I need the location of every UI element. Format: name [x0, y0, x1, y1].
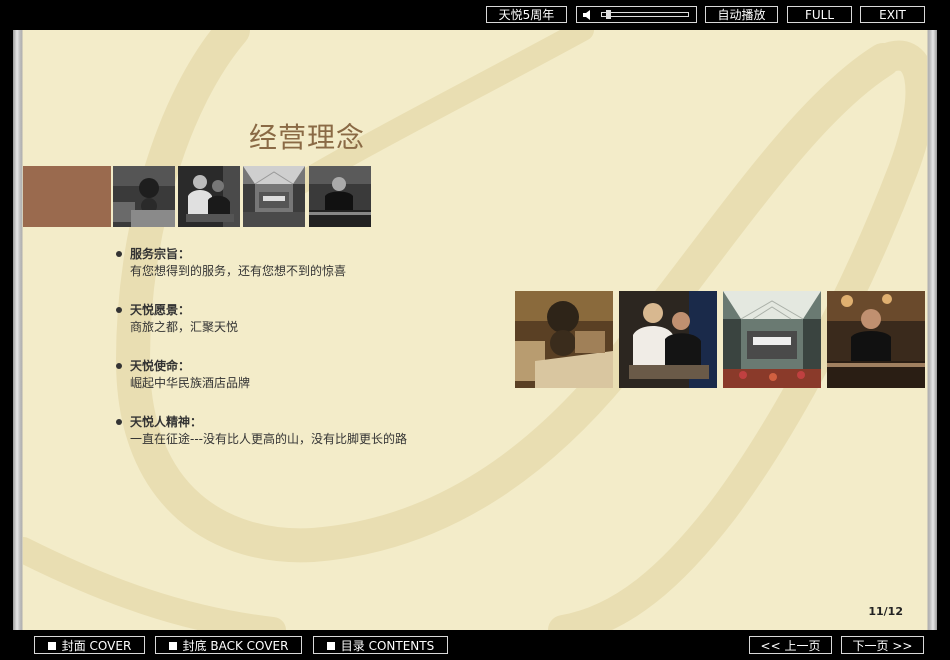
square-icon — [168, 642, 177, 650]
bullet-dot-icon — [116, 419, 122, 425]
bullet-dot-icon — [116, 363, 122, 369]
list-item-text: 商旅之都，汇聚天悦 — [130, 320, 239, 334]
list-item-heading: 天悦人精神： — [130, 415, 203, 429]
back-cover-button-label: 封底 BACK COVER — [182, 639, 289, 653]
photo-lobby — [723, 291, 821, 388]
page-content: 经营理念 服务宗旨： 有您想得到的服务，还有您想不到的惊喜 天悦愿景： 商旅之都… — [23, 30, 927, 630]
list-item-text: 一直在征途---没有比人更高的山，没有比脚更长的路 — [130, 432, 407, 446]
list-item-heading: 天悦使命： — [130, 359, 191, 373]
square-icon — [47, 642, 56, 650]
list-item-heading: 天悦愿景： — [130, 303, 191, 317]
list-item-vision: 天悦愿景： 商旅之都，汇聚天悦 — [116, 302, 407, 336]
contents-button-label: 目录 CONTENTS — [340, 639, 435, 653]
cover-button[interactable]: 封面 COVER — [34, 636, 145, 654]
photo-thumb-spa — [113, 166, 175, 227]
page-number: 11/12 — [868, 605, 903, 618]
list-item-text: 有您想得到的服务，还有您想不到的惊喜 — [130, 264, 347, 278]
list-item-text: 崛起中华民族酒店品牌 — [130, 376, 251, 390]
philosophy-list: 服务宗旨： 有您想得到的服务，还有您想不到的惊喜 天悦愿景： 商旅之都，汇聚天悦… — [116, 246, 407, 470]
photo-thumb-staff — [309, 166, 371, 227]
prev-page-button[interactable]: << 上一页 — [749, 636, 832, 654]
photo-business — [619, 291, 717, 388]
list-item-spirit: 天悦人精神： 一直在征途---没有比人更高的山，没有比脚更长的路 — [116, 414, 407, 448]
list-item-service: 服务宗旨： 有您想得到的服务，还有您想不到的惊喜 — [116, 246, 407, 280]
cover-button-label: 封面 COVER — [61, 639, 132, 653]
photo-spa — [515, 291, 613, 388]
contents-button[interactable]: 目录 CONTENTS — [313, 636, 448, 654]
volume-slider-knob[interactable] — [606, 10, 612, 19]
speaker-icon — [583, 10, 590, 20]
list-item-heading: 服务宗旨： — [130, 247, 191, 261]
photo-thumb-lobby — [243, 166, 305, 227]
book-frame: 经营理念 服务宗旨： 有您想得到的服务，还有您想不到的惊喜 天悦愿景： 商旅之都… — [13, 30, 937, 630]
back-cover-button[interactable]: 封底 BACK COVER — [155, 636, 302, 654]
full-button[interactable]: FULL — [787, 6, 852, 23]
anniversary-button[interactable]: 天悦5周年 — [486, 6, 567, 23]
square-icon — [326, 642, 335, 650]
volume-control[interactable] — [576, 6, 697, 23]
bullet-dot-icon — [116, 251, 122, 257]
bullet-dot-icon — [116, 307, 122, 313]
exit-button[interactable]: EXIT — [860, 6, 925, 23]
photo-thumb-business — [178, 166, 240, 227]
volume-slider-track[interactable] — [601, 12, 689, 17]
page-title: 经营理念 — [249, 121, 366, 154]
next-page-button[interactable]: 下一页 >> — [841, 636, 924, 654]
autoplay-button[interactable]: 自动播放 — [705, 6, 778, 23]
photo-staff — [827, 291, 925, 388]
list-item-mission: 天悦使命： 崛起中华民族酒店品牌 — [116, 358, 407, 392]
accent-bar — [23, 166, 111, 227]
